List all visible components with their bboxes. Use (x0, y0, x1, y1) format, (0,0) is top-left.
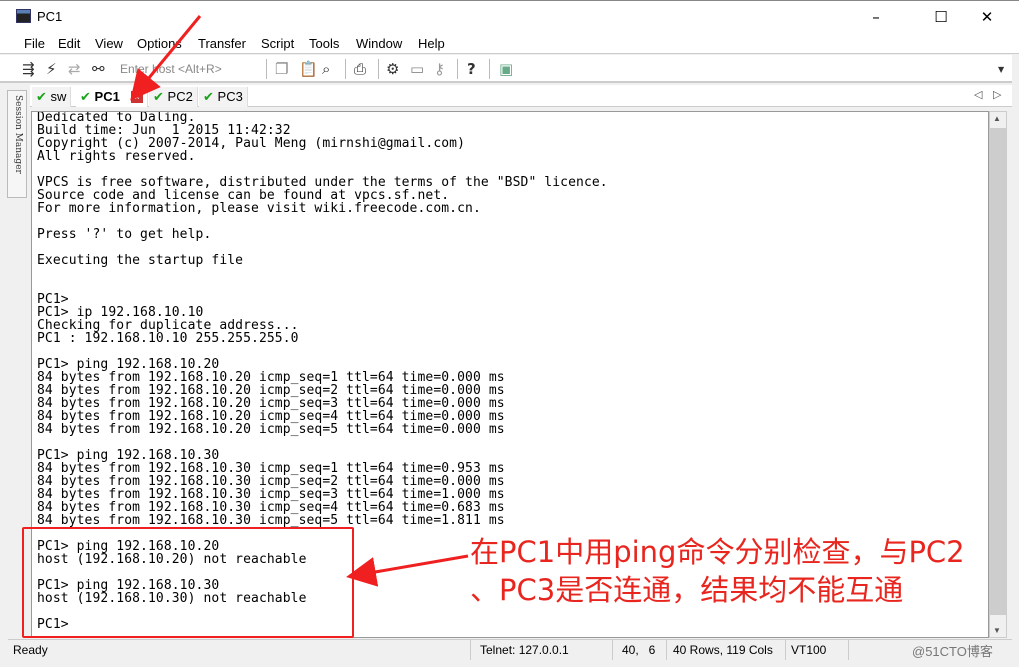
tab-pointer-arrow (130, 15, 202, 101)
annotation-arrow (346, 554, 469, 587)
annotation-text: 在PC1中用ping命令分别检查，与PC2 、PC3是否连通，结果均不能互通 (470, 533, 965, 609)
annotation-line-2: 、PC3是否连通，结果均不能互通 (470, 573, 904, 607)
annotation-line-1: 在PC1中用ping命令分别检查，与PC2 (470, 535, 965, 569)
